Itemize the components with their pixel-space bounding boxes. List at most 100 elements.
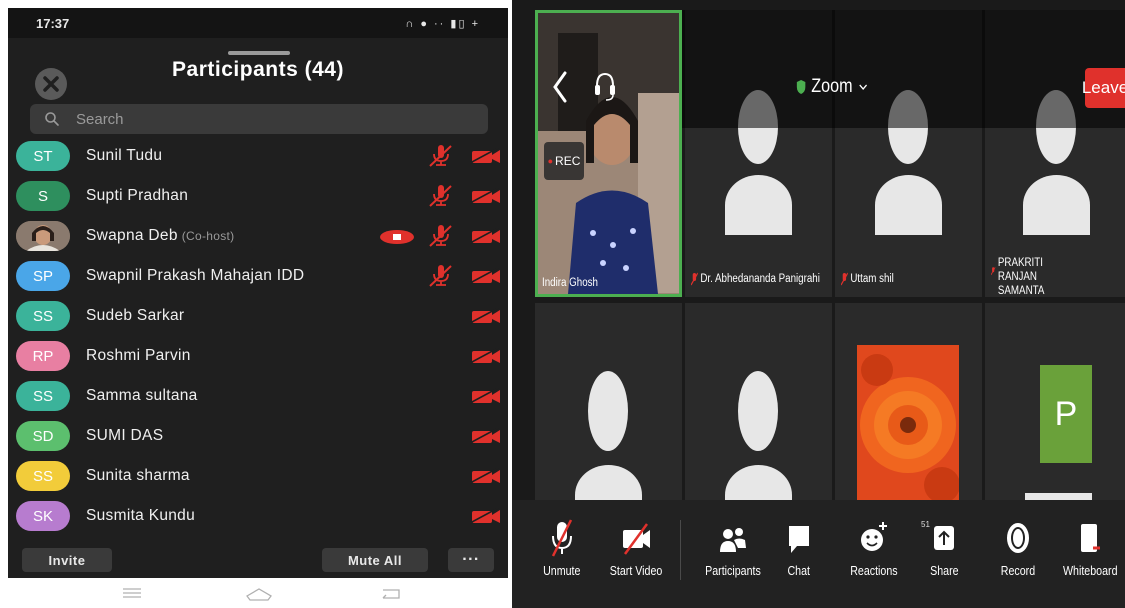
record-button[interactable]: Record xyxy=(996,500,1040,608)
participant-row[interactable]: SK Susmita Kundu xyxy=(8,496,508,536)
mic-muted-icon[interactable] xyxy=(427,265,453,287)
status-time: 17:37 xyxy=(36,15,70,31)
video-off-icon[interactable] xyxy=(469,267,502,284)
video-tile[interactable]: P xyxy=(985,303,1125,503)
tile-name-label: PRAKRITI RANJAN SAMANTA xyxy=(991,256,1085,297)
participant-name-text: Sudeb Sarkar xyxy=(86,307,185,324)
video-status[interactable] xyxy=(469,507,502,529)
video-status[interactable] xyxy=(469,227,502,249)
mic-muted-icon[interactable] xyxy=(427,145,453,167)
video-status[interactable] xyxy=(469,347,502,369)
whiteboard-label: Whiteboard xyxy=(1062,563,1118,578)
tile-name-text: Uttam shil xyxy=(850,273,894,285)
video-off-icon[interactable] xyxy=(469,307,502,324)
video-off-icon[interactable] xyxy=(469,147,502,164)
participant-row[interactable]: SS Samma sultana xyxy=(8,376,508,416)
participant-name-text: Sunil Tudu xyxy=(86,147,163,164)
mic-status[interactable] xyxy=(427,265,453,292)
meeting-top-bar xyxy=(682,10,1125,128)
mute-all-button[interactable]: Mute All xyxy=(322,548,428,572)
page-title: Participants (44) xyxy=(172,58,344,81)
status-icons: ∩ ● ·· ▮▯ + xyxy=(405,17,480,30)
letter-avatar: P xyxy=(1040,365,1092,463)
drag-handle[interactable] xyxy=(228,51,290,55)
mic-muted-icon[interactable] xyxy=(427,185,453,207)
toolbar-divider xyxy=(680,520,681,580)
participant-row[interactable]: RP Roshmi Parvin xyxy=(8,336,508,376)
participant-row[interactable]: SS Sudeb Sarkar xyxy=(8,296,508,336)
video-status[interactable] xyxy=(469,147,502,169)
video-off-icon[interactable] xyxy=(469,347,502,364)
participants-button[interactable]: 51 Participants xyxy=(698,500,930,608)
participant-row[interactable]: ST Sunil Tudu xyxy=(8,136,508,176)
participant-row[interactable]: SS Sunita sharma xyxy=(8,456,508,496)
leave-button[interactable]: Leave xyxy=(1082,68,1125,108)
tile-name-text: Dr. Abhedananda Panigrahi xyxy=(700,273,820,285)
mic-status[interactable] xyxy=(427,185,453,212)
search-icon xyxy=(45,112,59,126)
unmute-label: Unmute xyxy=(543,563,581,578)
video-status[interactable] xyxy=(469,307,502,329)
reactions-icon xyxy=(861,522,887,551)
whiteboard-button[interactable]: Whiteboard xyxy=(1060,500,1120,608)
participant-row[interactable]: SP Swapnil Prakash Mahajan IDD xyxy=(8,256,508,296)
participant-row[interactable]: Swapna Deb (Co-host) xyxy=(8,216,508,256)
unmute-button[interactable]: Unmute xyxy=(540,500,584,608)
video-tile[interactable] xyxy=(835,303,982,503)
participant-name-text: Supti Pradhan xyxy=(86,187,189,204)
chat-button[interactable]: Chat xyxy=(782,500,816,608)
share-icon xyxy=(934,526,954,550)
video-off-icon[interactable] xyxy=(469,387,502,404)
participant-row[interactable]: S Supti Pradhan xyxy=(8,176,508,216)
video-status[interactable] xyxy=(469,467,502,489)
avatar: SK xyxy=(16,501,70,531)
video-off-icon[interactable] xyxy=(469,227,502,244)
back-nav-icon[interactable] xyxy=(378,586,404,602)
chat-icon xyxy=(789,526,809,553)
more-options-button[interactable]: ··· xyxy=(448,548,494,572)
home-icon[interactable] xyxy=(244,586,274,602)
search-bar[interactable] xyxy=(30,104,488,134)
reactions-button[interactable]: Reactions xyxy=(846,500,902,608)
mic-status[interactable] xyxy=(427,225,453,252)
video-off-icon[interactable] xyxy=(469,507,502,524)
video-status[interactable] xyxy=(469,187,502,209)
video-tile[interactable] xyxy=(535,303,682,503)
video-off-icon[interactable] xyxy=(469,467,502,484)
participant-name-text: Roshmi Parvin xyxy=(86,347,191,364)
participant-name: Swapnil Prakash Mahajan IDD xyxy=(86,267,304,285)
share-button[interactable]: Share xyxy=(926,500,962,608)
search-input[interactable] xyxy=(76,110,456,128)
video-off-icon[interactable] xyxy=(469,187,502,204)
android-nav-bar xyxy=(8,578,508,608)
video-status[interactable] xyxy=(469,267,502,289)
start-video-button[interactable]: Start Video xyxy=(608,500,664,608)
tile-name-label: Uttam shil xyxy=(841,272,894,286)
mic-muted-icon[interactable] xyxy=(427,225,453,247)
video-tile[interactable] xyxy=(685,303,832,503)
avatar: SD xyxy=(16,421,70,451)
bottom-action-bar: Invite Mute All ··· xyxy=(8,540,508,578)
record-label: Record xyxy=(1000,563,1036,578)
video-status[interactable] xyxy=(469,427,502,449)
invite-button[interactable]: Invite xyxy=(22,548,112,572)
participant-name-text: SUMI DAS xyxy=(86,427,164,444)
video-status[interactable] xyxy=(469,387,502,409)
tile-name-label: Dr. Abhedananda Panigrahi xyxy=(691,272,820,286)
meeting-title-dropdown[interactable]: Zoom xyxy=(796,76,868,98)
participant-name: Sunita sharma xyxy=(86,467,190,485)
screen-share-icon xyxy=(380,230,414,244)
participant-name: Sunil Tudu xyxy=(86,147,162,165)
recording-dot-icon: ● xyxy=(547,156,554,166)
video-off-icon[interactable] xyxy=(469,427,502,444)
mic-status[interactable] xyxy=(427,145,453,172)
headset-icon[interactable] xyxy=(594,70,616,104)
participant-name: Susmita Kundu xyxy=(86,507,195,525)
participant-row[interactable]: SD SUMI DAS xyxy=(8,416,508,456)
menu-icon[interactable] xyxy=(120,586,144,600)
cohost-tag: (Co-host) xyxy=(181,229,235,243)
mic-muted-icon xyxy=(551,519,573,557)
mic-muted-icon xyxy=(841,272,848,286)
back-arrow-icon[interactable] xyxy=(552,70,568,104)
start-video-label: Start Video xyxy=(609,563,663,578)
